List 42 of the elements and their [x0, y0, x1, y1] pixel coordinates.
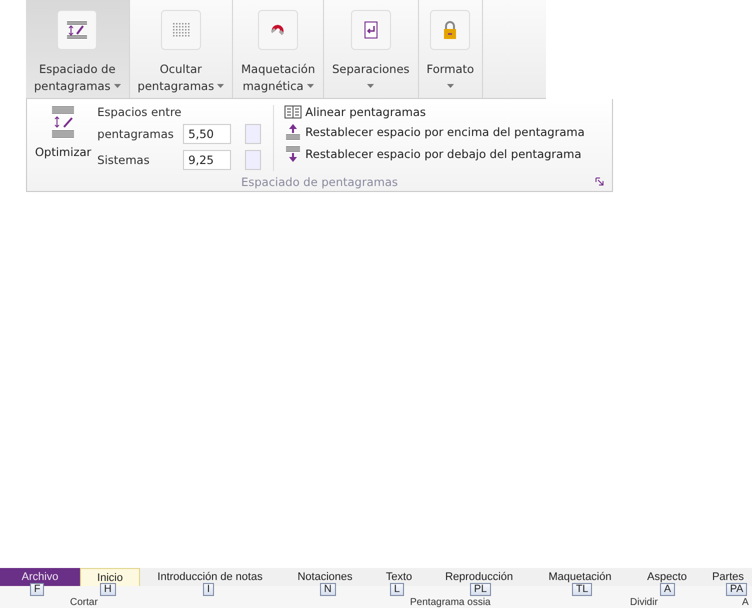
caret-icon	[217, 84, 224, 88]
staff-spacing-icon	[66, 19, 88, 41]
command-label[interactable]: Dividir	[630, 597, 742, 608]
key-tip: L	[390, 583, 404, 596]
ribbon-tab[interactable]: Inicio	[80, 568, 140, 586]
number-field[interactable]: 5,50	[183, 124, 232, 144]
key-tip: PL	[470, 583, 491, 596]
group-label: Espaciado de pentagramas	[241, 175, 398, 189]
spin-buttons[interactable]	[245, 124, 262, 144]
caret-icon	[367, 84, 374, 88]
arrow-up-lines-icon	[284, 123, 302, 141]
command-label[interactable]: Pentagrama ossia	[410, 597, 630, 608]
caret-icon	[114, 84, 121, 88]
arrow-down-lines-icon	[284, 145, 302, 163]
field-label: Sistemas	[97, 153, 151, 167]
key-tip: H	[100, 583, 116, 596]
ribbon-button[interactable]: Separaciones	[324, 0, 419, 98]
command-button[interactable]: Alinear pentagramas	[284, 105, 585, 119]
ribbon-button[interactable]: Formato	[418, 0, 484, 98]
caret-icon	[446, 84, 454, 88]
key-tip: A	[660, 583, 676, 596]
dialog-launcher-icon[interactable]	[595, 177, 604, 186]
ribbon-button[interactable]: Ocultar pentagramas	[130, 0, 234, 98]
command-label[interactable]: A	[742, 597, 752, 608]
number-field[interactable]: 9,25	[183, 150, 232, 170]
key-tip: N	[320, 583, 336, 596]
optimize-button[interactable]: Optimizar	[35, 105, 92, 171]
command-label[interactable]: Cortar	[70, 597, 410, 608]
caret-icon	[306, 84, 314, 88]
columns-icon	[284, 105, 302, 119]
ribbon-button[interactable]: Maquetación magnética	[233, 0, 324, 98]
ribbon-tab[interactable]: Archivo	[0, 568, 80, 586]
key-tip: PA	[726, 583, 748, 596]
command-button[interactable]: Restablecer espacio por encima del pentagrama	[284, 123, 585, 141]
key-tip: I	[203, 583, 214, 596]
spacing-heading: Espacios entre	[97, 105, 182, 119]
command-button[interactable]: Restablecer espacio por debajo del pentagrama	[284, 145, 585, 163]
key-tip: F	[30, 583, 44, 596]
field-label: pentagramas	[97, 127, 175, 141]
ribbon-button[interactable]: Espaciado de pentagramas	[26, 0, 130, 98]
key-tip: TL	[572, 583, 592, 596]
spin-buttons[interactable]	[245, 150, 262, 170]
